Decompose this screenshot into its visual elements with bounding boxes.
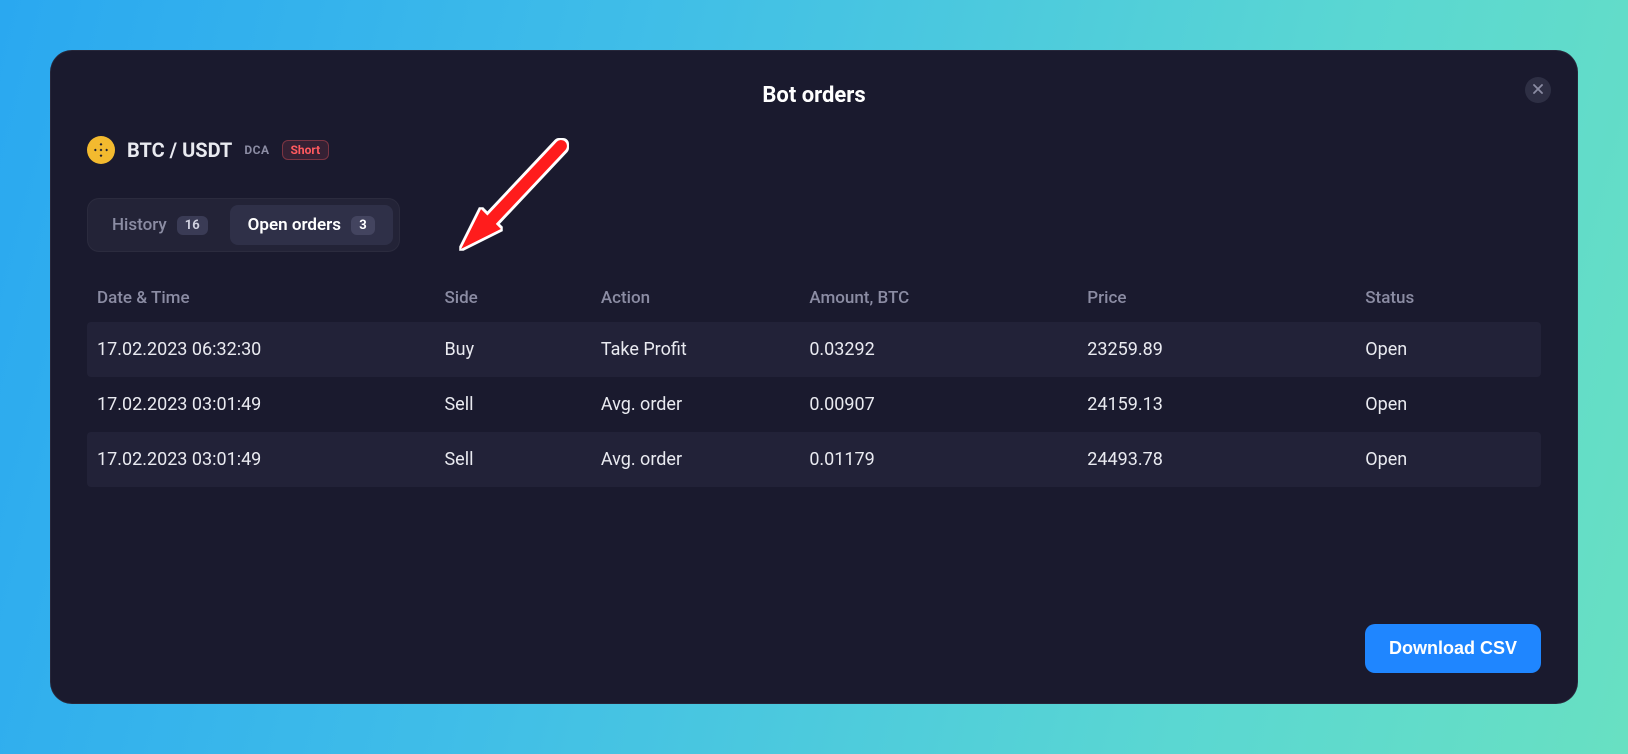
cell-amount: 0.03292 xyxy=(805,339,1083,360)
cell-action: Avg. order xyxy=(597,394,805,415)
tabs: History 16 Open orders 3 xyxy=(87,198,400,252)
binance-icon xyxy=(87,136,115,164)
close-button[interactable] xyxy=(1525,77,1551,103)
col-status: Status xyxy=(1361,288,1535,308)
cell-price: 24493.78 xyxy=(1083,449,1361,470)
tab-open-orders[interactable]: Open orders 3 xyxy=(230,205,393,245)
cell-price: 24159.13 xyxy=(1083,394,1361,415)
tab-open-orders-label: Open orders xyxy=(248,215,341,235)
col-price: Price xyxy=(1083,288,1361,308)
table-row: 17.02.2023 03:01:49 Sell Avg. order 0.00… xyxy=(87,377,1541,432)
trading-pair: BTC / USDT xyxy=(127,138,232,162)
cell-datetime: 17.02.2023 06:32:30 xyxy=(93,339,440,360)
modal-footer: Download CSV xyxy=(87,624,1541,673)
cell-side: Buy xyxy=(440,339,596,360)
table-row: 17.02.2023 03:01:49 Sell Avg. order 0.01… xyxy=(87,432,1541,487)
cell-status: Open xyxy=(1361,339,1535,360)
tab-open-orders-count: 3 xyxy=(351,216,375,235)
cell-amount: 0.01179 xyxy=(805,449,1083,470)
col-side: Side xyxy=(440,288,596,308)
cell-price: 23259.89 xyxy=(1083,339,1361,360)
table-row: 17.02.2023 06:32:30 Buy Take Profit 0.03… xyxy=(87,322,1541,377)
cell-side: Sell xyxy=(440,394,596,415)
tab-history-count: 16 xyxy=(177,216,208,235)
modal-title: Bot orders xyxy=(87,83,1541,108)
close-icon xyxy=(1533,84,1543,96)
direction-tag: Short xyxy=(282,140,330,160)
download-csv-button[interactable]: Download CSV xyxy=(1365,624,1541,673)
pair-info: BTC / USDT DCA Short xyxy=(87,136,1541,164)
orders-table: Date & Time Side Action Amount, BTC Pric… xyxy=(87,288,1541,487)
col-action: Action xyxy=(597,288,805,308)
cell-side: Sell xyxy=(440,449,596,470)
cell-status: Open xyxy=(1361,394,1535,415)
col-amount: Amount, BTC xyxy=(805,288,1083,308)
cell-action: Avg. order xyxy=(597,449,805,470)
col-datetime: Date & Time xyxy=(93,288,440,308)
cell-action: Take Profit xyxy=(597,339,805,360)
table-body: 17.02.2023 06:32:30 Buy Take Profit 0.03… xyxy=(87,322,1541,487)
strategy-tag: DCA xyxy=(244,143,269,157)
table-header-row: Date & Time Side Action Amount, BTC Pric… xyxy=(87,288,1541,322)
cell-datetime: 17.02.2023 03:01:49 xyxy=(93,394,440,415)
bot-orders-modal: Bot orders BTC / USDT DCA Short History … xyxy=(50,50,1578,704)
cell-status: Open xyxy=(1361,449,1535,470)
tab-history-label: History xyxy=(112,215,167,235)
cell-amount: 0.00907 xyxy=(805,394,1083,415)
cell-datetime: 17.02.2023 03:01:49 xyxy=(93,449,440,470)
tab-history[interactable]: History 16 xyxy=(94,205,226,245)
